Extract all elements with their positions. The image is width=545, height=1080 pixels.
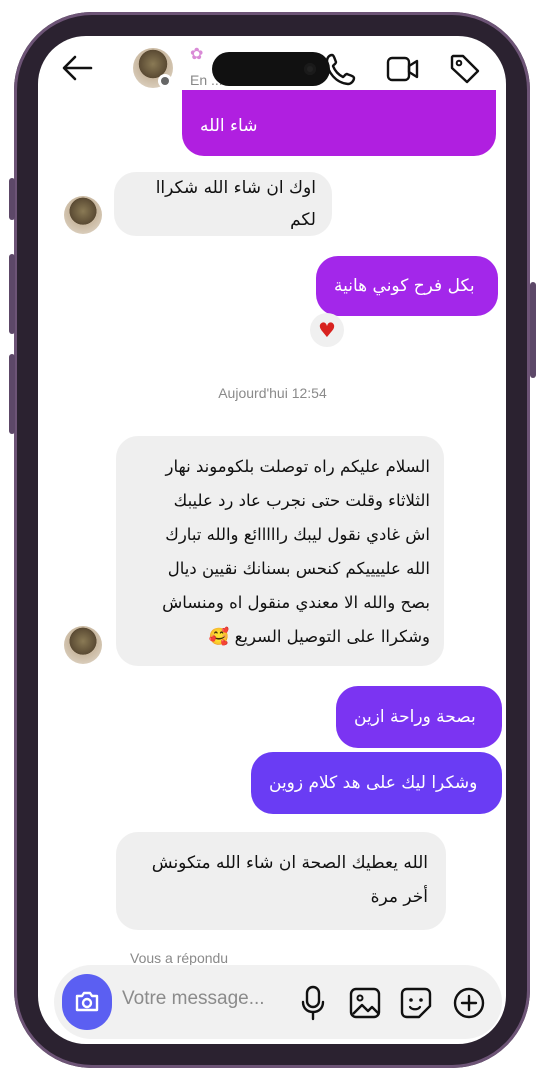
- message-line: بصح والله الا معندي منقول اه ومنساش: [162, 593, 430, 612]
- side-button-silent: [9, 178, 15, 220]
- message-outgoing[interactable]: وشكرا ليك على هد كلام زوين: [251, 752, 502, 814]
- flower-icon: ✿: [190, 44, 204, 63]
- message-incoming-long[interactable]: السلام عليكم راه توصلت بلكوموند نهار الث…: [116, 436, 444, 666]
- message-text: بكل فرح كوني هانية: [334, 276, 475, 296]
- back-arrow-icon[interactable]: [60, 52, 94, 88]
- tag-icon[interactable]: [449, 53, 481, 89]
- message-line: الثلاثاء وقلت حتى نجرب عاد رد عليبك: [173, 491, 430, 510]
- chat-timestamp: Aujourd'hui 12:54: [218, 385, 327, 401]
- message-line: السلام عليكم راه توصلت بلكوموند نهار: [165, 457, 430, 476]
- message-line: الله علييييكم كنحس بسنانك نقيين ديال: [167, 559, 430, 578]
- message-line: أخر مرة: [370, 887, 428, 907]
- heart-reaction[interactable]: ♥: [310, 313, 344, 347]
- message-input[interactable]: Votre message...: [122, 988, 265, 1010]
- status-dot: [158, 74, 172, 88]
- message-incoming[interactable]: الله يعطيك الصحة ان شاء الله متكونش أخر …: [116, 832, 446, 930]
- sender-avatar[interactable]: [64, 196, 102, 234]
- video-camera-icon[interactable]: [386, 54, 420, 88]
- message-line: اش غادي نقول ليبك رااااائع والله تبارك: [165, 525, 430, 544]
- dynamic-island: [212, 52, 330, 86]
- message-text: بصحة وراحة ازين: [354, 707, 476, 727]
- microphone-icon[interactable]: [300, 985, 326, 1025]
- camera-button[interactable]: [62, 974, 112, 1030]
- side-button-power: [530, 282, 536, 378]
- message-outgoing[interactable]: بكل فرح كوني هانية: [316, 256, 498, 316]
- image-icon[interactable]: [349, 986, 381, 1024]
- plus-circle-icon[interactable]: [453, 987, 485, 1023]
- replied-note: Vous a répondu: [130, 950, 229, 966]
- side-button-volume-up: [9, 254, 15, 334]
- message-incoming[interactable]: اوك ان شاء الله شكراا لكم: [114, 172, 332, 236]
- message-outgoing[interactable]: شاء الله: [182, 90, 496, 156]
- message-line: الله يعطيك الصحة ان شاء الله متكونش: [151, 853, 428, 873]
- sticker-icon[interactable]: [400, 986, 432, 1024]
- camera-icon: [75, 991, 99, 1012]
- message-outgoing[interactable]: بصحة وراحة ازين: [336, 686, 502, 748]
- message-text: اوك ان شاء الله شكراا لكم: [155, 178, 316, 230]
- message-text: وشكرا ليك على هد كلام زوين: [269, 773, 478, 793]
- message-line: وشكراا على التوصيل السريع 🥰: [208, 627, 430, 646]
- message-text: شاء الله: [200, 116, 258, 136]
- heart-icon: ♥: [318, 318, 336, 342]
- sender-avatar[interactable]: [64, 626, 102, 664]
